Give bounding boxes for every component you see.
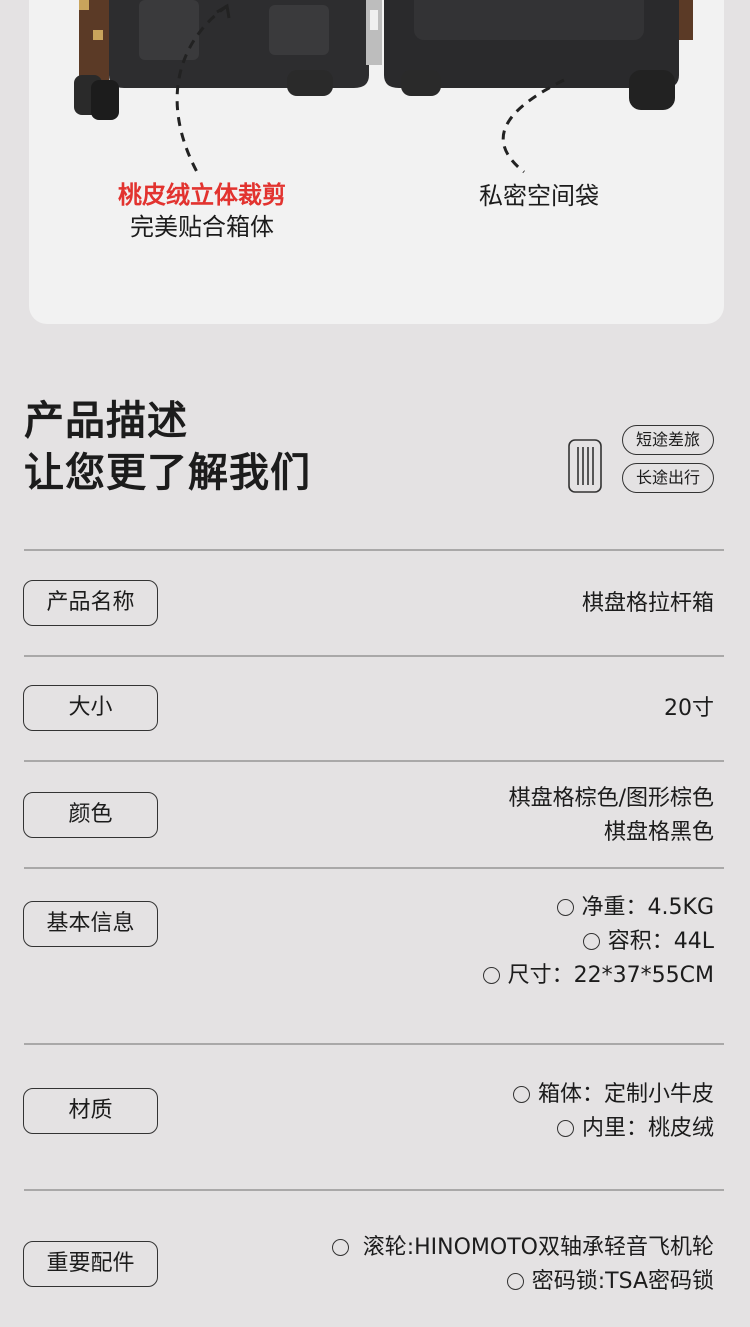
basic-info-item: 净重：4.5KG [483,891,714,925]
divider [24,1189,724,1191]
tag-long-trip: 长途出行 [622,463,714,493]
value-accessories: 滚轮:HINOMOTO双轴承轻音飞机轮 密码锁:TSA密码锁 [331,1231,714,1299]
circle-bullet-icon [506,1273,524,1290]
label-accessories: 重要配件 [23,1241,158,1287]
circle-bullet-icon [556,1120,574,1137]
color-option: 棋盘格黑色 [603,820,714,845]
value-color: 棋盘格棕色/图形棕色 棋盘格黑色 [509,782,714,850]
feature-left-subtitle: 完美贴合箱体 [130,213,274,241]
feature-card: 桃皮绒立体裁剪 完美贴合箱体 私密空间袋 [29,0,724,324]
label-color: 颜色 [23,792,158,838]
feature-right-title: 私密空间袋 [479,182,599,210]
basic-info-item: 尺寸：22*37*55CM [482,959,714,993]
dimensions-text: 尺寸：22*37*55CM [507,963,714,988]
color-option: 棋盘格棕色/图形棕色 [508,786,714,811]
feature-left-title: 桃皮绒立体裁剪 [118,181,286,209]
suitcase-image [74,0,693,174]
circle-bullet-icon [512,1086,530,1103]
divider [24,867,724,869]
value-product-name: 棋盘格拉杆箱 [581,591,714,616]
circle-bullet-icon [482,967,500,984]
divider [24,549,724,551]
value-basic-info: 净重：4.5KG 容积：44L 尺寸：22*37*55CM [482,891,714,993]
material-item: 箱体：定制小牛皮 [512,1078,714,1112]
divider [24,1043,724,1045]
wheel-text: 滚轮:HINOMOTO双轴承轻音飞机轮 [362,1235,714,1260]
label-material: 材质 [23,1088,158,1134]
shell-material-text: 箱体：定制小牛皮 [537,1082,714,1107]
value-size: 20寸 [664,696,714,721]
circle-bullet-icon [582,933,600,950]
circle-bullet-icon [331,1239,349,1256]
accessory-item: 密码锁:TSA密码锁 [332,1265,714,1299]
label-product-name: 产品名称 [23,580,158,626]
lining-material-text: 内里：桃皮绒 [581,1116,714,1141]
volume-text: 容积：44L [607,929,714,954]
section-subtitle: 让您更了解我们 [24,450,311,496]
section-title: 产品描述 [24,398,188,444]
divider [24,655,724,657]
accessory-item: 滚轮:HINOMOTO双轴承轻音飞机轮 [331,1231,714,1265]
tag-short-trip: 短途差旅 [622,425,714,455]
circle-bullet-icon [556,899,574,916]
material-item: 内里：桃皮绒 [513,1112,714,1146]
label-basic-info: 基本信息 [23,901,158,947]
divider [24,760,724,762]
weight-text: 净重：4.5KG [581,895,714,920]
suitcase-icon [568,439,602,493]
basic-info-item: 容积：44L [483,925,714,959]
lock-text: 密码锁:TSA密码锁 [531,1269,714,1294]
value-material: 箱体：定制小牛皮 内里：桃皮绒 [512,1078,714,1146]
label-size: 大小 [23,685,158,731]
